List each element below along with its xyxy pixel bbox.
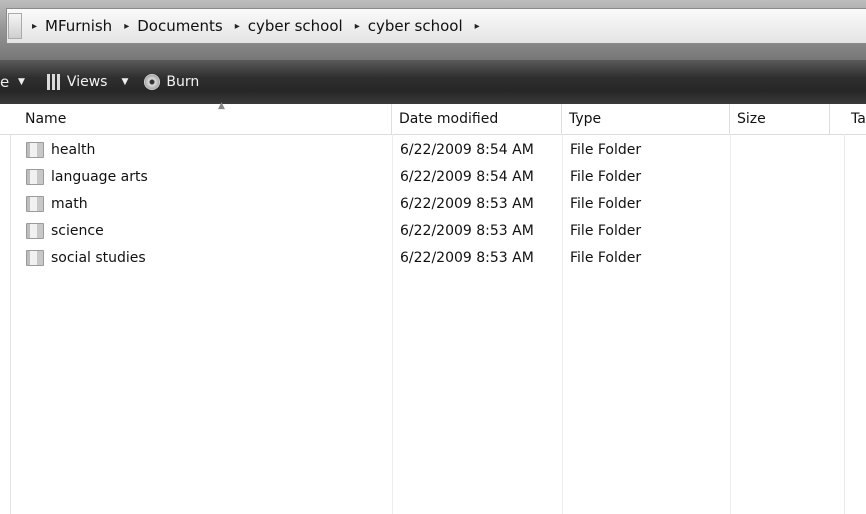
list-item[interactable]: health 6/22/2009 8:54 AM File Folder	[0, 136, 866, 163]
file-name: social studies	[51, 249, 146, 266]
file-date: 6/22/2009 8:53 AM	[400, 195, 534, 212]
folder-icon	[26, 141, 44, 158]
file-type: File Folder	[570, 141, 642, 158]
file-date: 6/22/2009 8:54 AM	[400, 141, 534, 158]
views-button[interactable]: Views	[67, 74, 108, 90]
file-type: File Folder	[570, 195, 642, 212]
file-name: language arts	[51, 168, 148, 185]
column-header-size[interactable]: Size	[730, 104, 830, 134]
chevron-right-icon[interactable]: ▸	[475, 21, 480, 32]
folder-icon	[26, 195, 44, 212]
list-item[interactable]: social studies 6/22/2009 8:53 AM File Fo…	[0, 244, 866, 271]
breadcrumb-cyber-school-current[interactable]: cyber school	[368, 17, 463, 35]
file-name: science	[51, 222, 104, 239]
folder-icon	[26, 249, 44, 266]
column-header-name[interactable]: Name ▲	[18, 101, 392, 134]
folder-icon	[8, 13, 22, 39]
command-toolbar: e ▼ Views ▼ Burn	[0, 60, 866, 104]
file-type: File Folder	[570, 249, 642, 266]
burn-disc-icon[interactable]	[144, 74, 161, 90]
column-header-date[interactable]: Date modified	[392, 104, 562, 134]
column-header-row: Name ▲ Date modified Type Size Ta	[0, 101, 866, 135]
chevron-down-icon[interactable]: ▼	[18, 77, 25, 87]
file-type: File Folder	[570, 168, 642, 185]
list-item[interactable]: language arts 6/22/2009 8:54 AM File Fol…	[0, 163, 866, 190]
column-header-type-label: Type	[569, 111, 602, 127]
column-header-type[interactable]: Type	[562, 104, 730, 134]
column-header-name-label: Name	[25, 111, 67, 127]
breadcrumb-documents[interactable]: Documents	[137, 17, 223, 35]
sort-ascending-icon: ▲	[218, 101, 225, 111]
breadcrumb-cyber-school[interactable]: cyber school	[248, 17, 343, 35]
column-header-size-label: Size	[737, 111, 766, 127]
folder-icon	[26, 168, 44, 185]
file-date: 6/22/2009 8:54 AM	[400, 168, 534, 185]
burn-button[interactable]: Burn	[166, 74, 199, 90]
file-list: health 6/22/2009 8:54 AM File Folder lan…	[0, 136, 866, 271]
chevron-right-icon[interactable]: ▸	[355, 21, 360, 32]
column-header-tags[interactable]: Ta	[844, 104, 866, 134]
chevron-right-icon[interactable]: ▸	[32, 21, 37, 32]
list-item[interactable]: math 6/22/2009 8:53 AM File Folder	[0, 190, 866, 217]
column-header-date-label: Date modified	[399, 111, 499, 127]
file-date: 6/22/2009 8:53 AM	[400, 222, 534, 239]
file-type: File Folder	[570, 222, 642, 239]
chevron-right-icon[interactable]: ▸	[124, 21, 129, 32]
folder-icon	[26, 222, 44, 239]
organize-button-partial[interactable]: e	[0, 73, 12, 91]
list-item[interactable]: science 6/22/2009 8:53 AM File Folder	[0, 217, 866, 244]
file-name: health	[51, 141, 96, 158]
column-header-tags-label: Ta	[851, 111, 866, 127]
file-date: 6/22/2009 8:53 AM	[400, 249, 534, 266]
views-dropdown-icon[interactable]: ▼	[121, 77, 128, 87]
address-field[interactable]: ▸ MFurnish ▸ Documents ▸ cyber school ▸ …	[6, 8, 866, 44]
address-bar: ▸ MFurnish ▸ Documents ▸ cyber school ▸ …	[0, 0, 866, 60]
chevron-right-icon[interactable]: ▸	[235, 21, 240, 32]
views-icon[interactable]	[46, 74, 61, 90]
file-name: math	[51, 195, 88, 212]
breadcrumb-mfurnish[interactable]: MFurnish	[45, 17, 112, 35]
